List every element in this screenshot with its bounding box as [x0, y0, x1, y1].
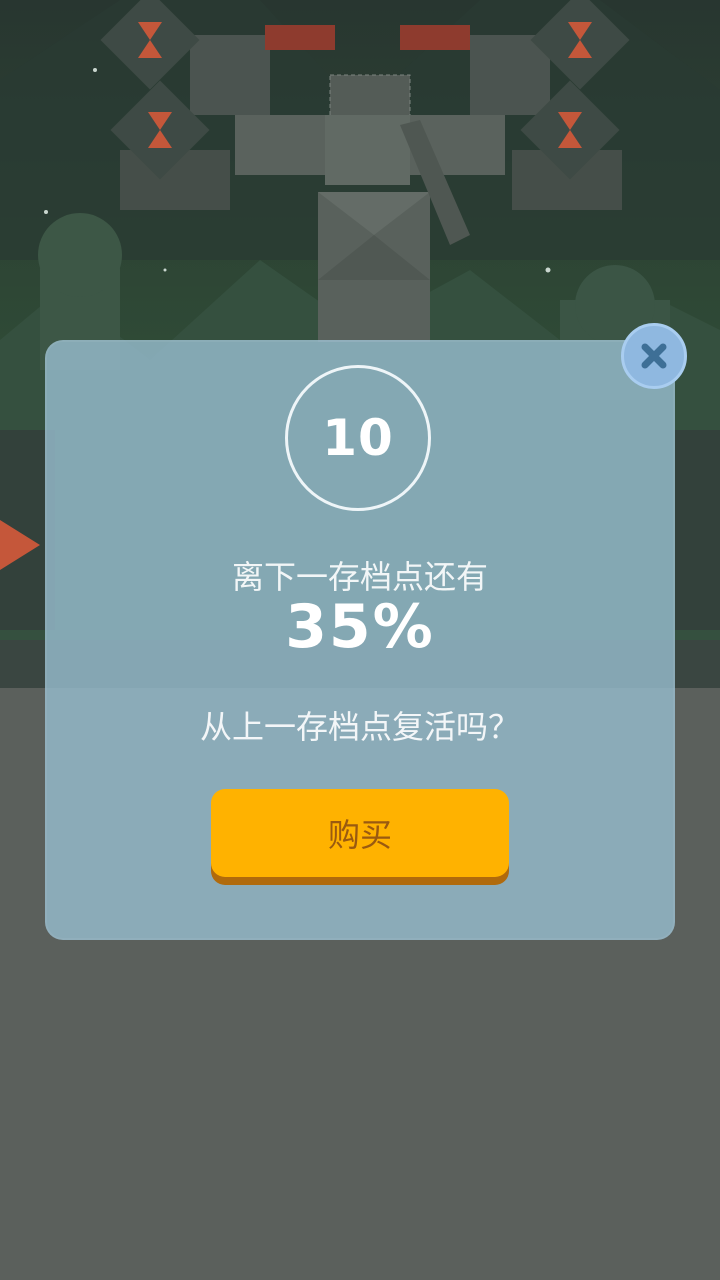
- score-ring: 10: [285, 365, 431, 511]
- buy-button-label: 购买: [327, 816, 392, 854]
- score-value: 10: [322, 409, 394, 467]
- buy-button[interactable]: 购买: [211, 789, 509, 877]
- revive-dialog: 10 离下一存档点还有 35% 从上一存档点复活吗？ 购买: [45, 340, 675, 940]
- checkpoint-progress-value: 35%: [285, 592, 435, 662]
- revive-question: 从上一存档点复活吗？: [199, 708, 520, 746]
- close-icon: [641, 343, 667, 369]
- close-button[interactable]: [621, 323, 687, 389]
